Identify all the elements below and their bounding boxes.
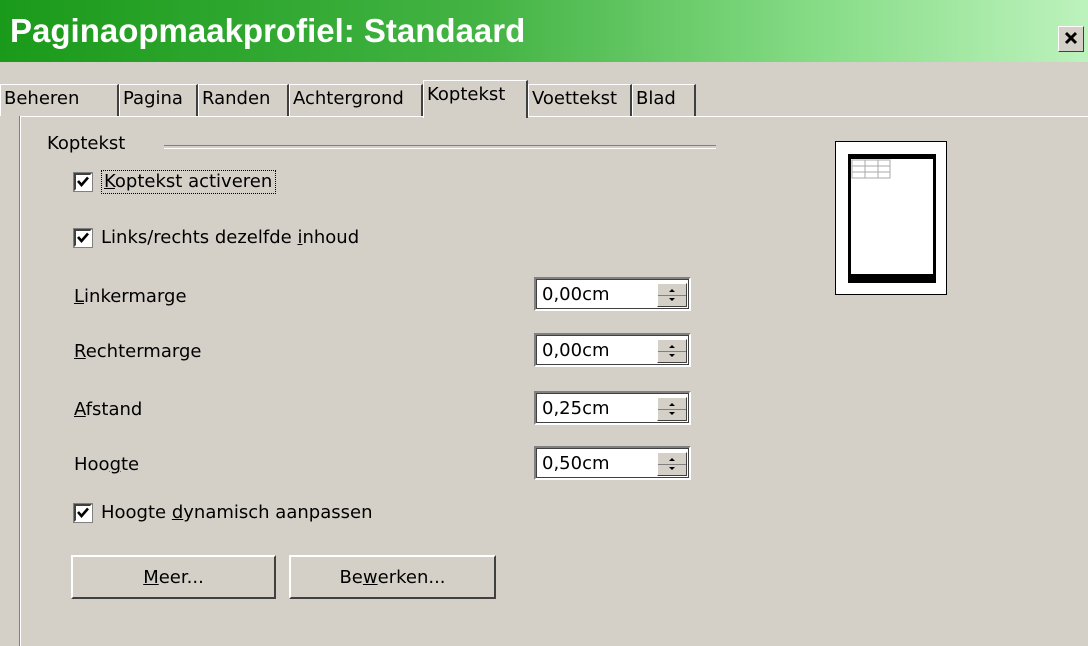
left-margin-label: Linkermarge [74, 286, 187, 307]
title-bar: Paginaopmaakprofiel: Standaard [0, 0, 1088, 62]
window-title: Paginaopmaakprofiel: Standaard [10, 12, 526, 49]
same-content-checkbox[interactable]: Links/rechts dezelfde inhoud [73, 227, 360, 248]
close-icon [1064, 30, 1078, 49]
edit-button-label: Bewerken... [339, 566, 446, 588]
checkbox-label: Koptekst activeren [101, 170, 277, 194]
tab-pagina[interactable]: Pagina [119, 84, 198, 116]
more-button-label: Meer... [143, 566, 204, 588]
dynamic-height-checkbox[interactable]: Hoogte dynamisch aanpassen [73, 502, 373, 523]
right-margin-label: Rechtermarge [74, 341, 202, 362]
left-margin-value[interactable]: 0,00cm [542, 284, 610, 305]
left-margin-spinner[interactable]: 0,00cm [534, 277, 691, 311]
spacing-spinner[interactable]: 0,25cm [534, 391, 691, 425]
tab-achtergrond[interactable]: Achtergrond [289, 84, 423, 116]
preview-footer-bar [851, 274, 933, 280]
height-value[interactable]: 0,50cm [542, 453, 610, 474]
right-margin-spinner[interactable]: 0,00cm [534, 333, 691, 367]
checkbox-box[interactable] [73, 172, 93, 192]
spin-buttons[interactable] [657, 397, 687, 421]
checkbox-label: Links/rechts dezelfde inhoud [101, 227, 360, 248]
spin-buttons[interactable] [657, 283, 687, 307]
spin-buttons[interactable] [657, 339, 687, 363]
spacing-value[interactable]: 0,25cm [542, 398, 610, 419]
right-margin-value[interactable]: 0,00cm [542, 340, 610, 361]
checkmark-icon [77, 507, 89, 518]
tab-koptekst[interactable]: Koptekst [423, 80, 528, 118]
close-button[interactable] [1058, 26, 1084, 52]
group-label: Koptekst [47, 133, 126, 154]
tab-blad[interactable]: Blad [632, 84, 696, 116]
tab-beheren[interactable]: Beheren [0, 84, 119, 116]
group-separator [164, 145, 716, 149]
checkbox-label: Hoogte dynamisch aanpassen [101, 502, 373, 523]
checkbox-box[interactable] [73, 227, 93, 248]
height-spinner[interactable]: 0,50cm [534, 446, 691, 480]
preview-page [848, 154, 936, 283]
checkbox-box[interactable] [73, 502, 93, 523]
tab-strip: Beheren Pagina Randen Achtergrond Koptek… [0, 80, 1088, 118]
checkmark-icon [77, 232, 89, 243]
activate-header-checkbox[interactable]: Koptekst activeren [73, 170, 277, 194]
page-preview [835, 141, 947, 295]
tab-voettekst[interactable]: Voettekst [528, 84, 632, 116]
checkmark-icon [77, 176, 89, 187]
header-table-icon [851, 159, 891, 183]
spacing-label: Afstand [74, 399, 143, 420]
edit-button[interactable]: Bewerken... [289, 555, 496, 599]
tab-randen[interactable]: Randen [198, 84, 289, 116]
spin-buttons[interactable] [657, 452, 687, 476]
more-button[interactable]: Meer... [71, 555, 276, 599]
height-label: Hoogte [74, 454, 140, 475]
